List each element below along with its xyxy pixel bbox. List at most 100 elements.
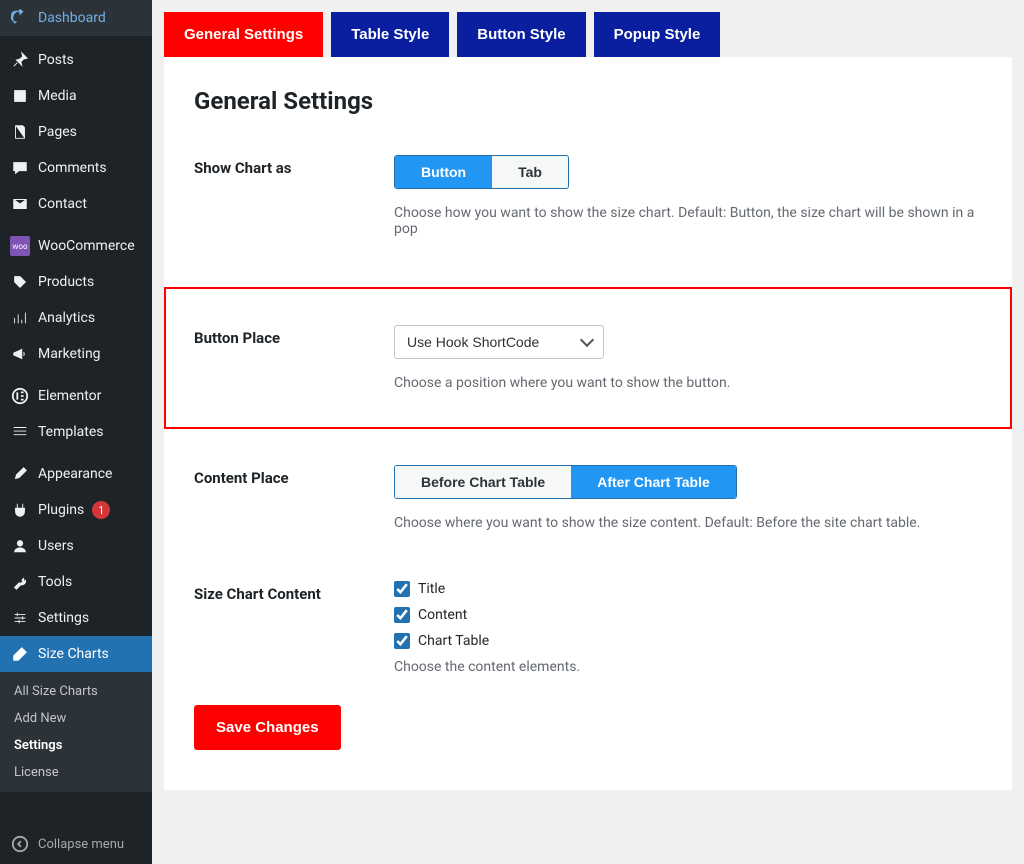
sidebar-item-label: Settings (38, 610, 89, 626)
elementor-icon (10, 386, 30, 406)
field-description: Choose a position where you want to show… (394, 375, 982, 391)
media-icon (10, 86, 30, 106)
brush-icon (10, 464, 30, 484)
sidebar-item-label: Comments (38, 160, 107, 176)
sidebar-item-elementor[interactable]: Elementor (0, 378, 152, 414)
sidebar-item-label: Users (38, 538, 74, 554)
sidebar-item-dashboard[interactable]: Dashboard (0, 0, 152, 36)
comments-icon (10, 158, 30, 178)
checkbox-content[interactable] (394, 607, 410, 623)
field-description: Choose the content elements. (394, 659, 982, 675)
sidebar-item-label: Marketing (38, 346, 101, 362)
checkbox-label: Content (418, 607, 467, 623)
sidebar-item-label: Products (38, 274, 94, 290)
pin-icon (10, 50, 30, 70)
checkbox-title[interactable] (394, 581, 410, 597)
show-chart-button-option[interactable]: Button (395, 156, 492, 188)
sidebar-item-size-charts[interactable]: Size Charts (0, 636, 152, 672)
tab-button-style[interactable]: Button Style (457, 12, 585, 57)
sidebar-item-settings[interactable]: Settings (0, 600, 152, 636)
sidebar-item-templates[interactable]: Templates (0, 414, 152, 450)
sidebar-item-woocommerce[interactable]: woo WooCommerce (0, 228, 152, 264)
field-label: Content Place (194, 465, 394, 487)
sliders-icon (10, 608, 30, 628)
field-button-place: Button Place Use Hook ShortCode Choose a… (164, 287, 1012, 429)
collapse-label: Collapse menu (38, 837, 124, 852)
field-content-place: Content Place Before Chart Table After C… (194, 465, 982, 531)
sidebar-submenu: All Size Charts Add New Settings License (0, 672, 152, 792)
sidebar-item-label: Appearance (38, 466, 112, 482)
sidebar-item-posts[interactable]: Posts (0, 42, 152, 78)
users-icon (10, 536, 30, 556)
checkbox-label: Chart Table (418, 633, 489, 649)
submenu-add-new[interactable]: Add New (0, 705, 152, 732)
checkbox-row-chart-table[interactable]: Chart Table (394, 633, 982, 649)
admin-sidebar: Dashboard Posts Media Pages Comments Con… (0, 0, 152, 864)
collapse-menu[interactable]: Collapse menu (0, 824, 152, 864)
ruler-icon (10, 644, 30, 664)
checkbox-row-title[interactable]: Title (394, 581, 982, 597)
woo-icon: woo (10, 236, 30, 256)
field-label: Size Chart Content (194, 581, 394, 603)
field-description: Choose how you want to show the size cha… (394, 205, 982, 237)
show-chart-tab-option[interactable]: Tab (492, 156, 568, 188)
sidebar-item-products[interactable]: Products (0, 264, 152, 300)
sidebar-item-label: Posts (38, 52, 74, 68)
pages-icon (10, 122, 30, 142)
page-title: General Settings (194, 87, 982, 115)
sidebar-item-label: Analytics (38, 310, 95, 326)
sidebar-item-tools[interactable]: Tools (0, 564, 152, 600)
field-description: Choose where you want to show the size c… (394, 515, 982, 531)
checkbox-row-content[interactable]: Content (394, 607, 982, 623)
tab-general-settings[interactable]: General Settings (164, 12, 323, 57)
sidebar-item-media[interactable]: Media (0, 78, 152, 114)
sidebar-item-pages[interactable]: Pages (0, 114, 152, 150)
sidebar-item-comments[interactable]: Comments (0, 150, 152, 186)
sidebar-item-contact[interactable]: Contact (0, 186, 152, 222)
button-place-select[interactable]: Use Hook ShortCode (394, 325, 604, 359)
submenu-all-size-charts[interactable]: All Size Charts (0, 678, 152, 705)
sidebar-item-label: Pages (38, 124, 77, 140)
sidebar-item-label: Tools (38, 574, 72, 590)
tab-popup-style[interactable]: Popup Style (594, 12, 721, 57)
sidebar-item-plugins[interactable]: Plugins 1 (0, 492, 152, 528)
content-place-toggle: Before Chart Table After Chart Table (394, 465, 737, 499)
sidebar-item-label: Size Charts (38, 646, 109, 662)
sidebar-item-label: Dashboard (38, 10, 106, 26)
sidebar-item-label: Media (38, 88, 77, 104)
settings-tabs: General Settings Table Style Button Styl… (152, 0, 1024, 57)
field-show-chart-as: Show Chart as Button Tab Choose how you … (194, 155, 982, 237)
sidebar-item-label: WooCommerce (38, 238, 135, 254)
wrench-icon (10, 572, 30, 592)
sidebar-item-label: Plugins (38, 502, 84, 518)
sidebar-item-users[interactable]: Users (0, 528, 152, 564)
megaphone-icon (10, 344, 30, 364)
show-chart-toggle: Button Tab (394, 155, 569, 189)
templates-icon (10, 422, 30, 442)
sidebar-item-label: Templates (38, 424, 104, 440)
save-changes-button[interactable]: Save Changes (194, 705, 341, 750)
field-label: Show Chart as (194, 155, 394, 177)
field-size-chart-content: Size Chart Content Title Content Chart T… (194, 581, 982, 675)
plugins-update-badge: 1 (92, 501, 110, 519)
field-label: Button Place (194, 325, 394, 347)
mail-icon (10, 194, 30, 214)
collapse-icon (10, 834, 30, 854)
checkbox-chart-table[interactable] (394, 633, 410, 649)
tab-table-style[interactable]: Table Style (331, 12, 449, 57)
main-content: General Settings Table Style Button Styl… (152, 0, 1024, 864)
sidebar-item-label: Contact (38, 196, 87, 212)
sidebar-item-analytics[interactable]: Analytics (0, 300, 152, 336)
sidebar-item-label: Elementor (38, 388, 101, 404)
content-place-after-option[interactable]: After Chart Table (571, 466, 736, 498)
sidebar-item-marketing[interactable]: Marketing (0, 336, 152, 372)
submenu-license[interactable]: License (0, 759, 152, 786)
products-icon (10, 272, 30, 292)
analytics-icon (10, 308, 30, 328)
settings-panel: General Settings Show Chart as Button Ta… (164, 57, 1012, 790)
sidebar-item-appearance[interactable]: Appearance (0, 456, 152, 492)
dashboard-icon (10, 8, 30, 28)
content-place-before-option[interactable]: Before Chart Table (395, 466, 571, 498)
checkbox-label: Title (418, 581, 445, 597)
submenu-settings[interactable]: Settings (0, 732, 152, 759)
